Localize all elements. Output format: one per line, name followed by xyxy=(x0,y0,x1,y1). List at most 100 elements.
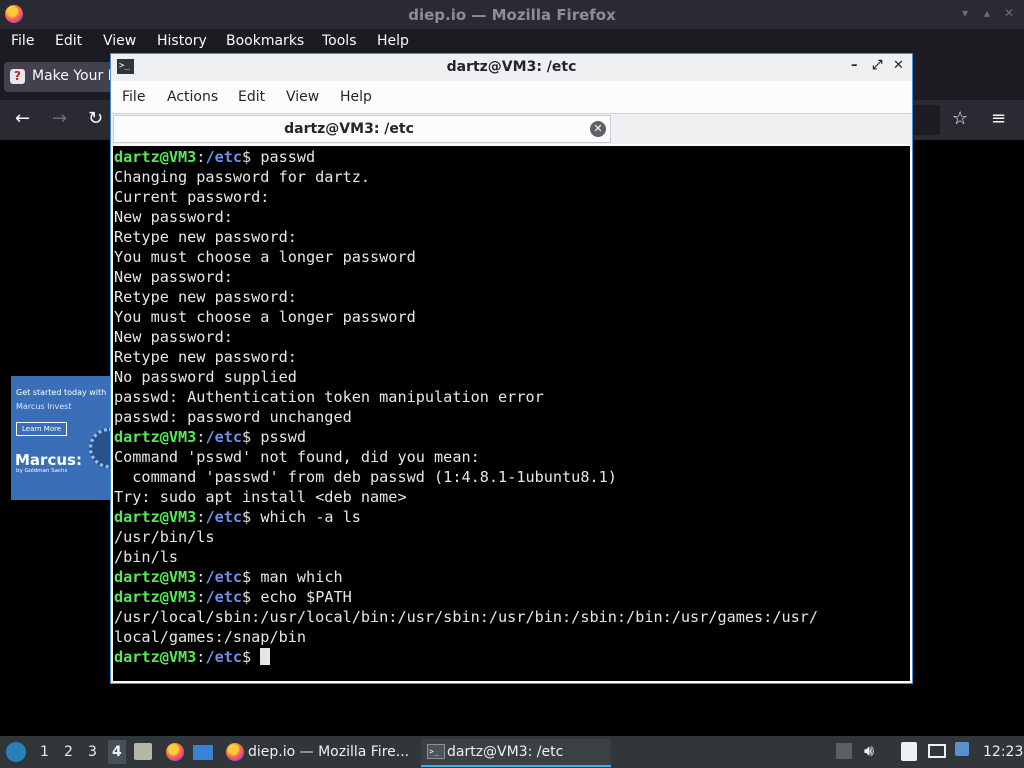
prompt-path: /etc xyxy=(205,428,243,446)
ad-learn-more-button[interactable]: Learn More xyxy=(16,422,68,436)
terminal-output-line: You must choose a longer password xyxy=(114,308,416,326)
workspace-2[interactable]: 2 xyxy=(64,744,73,760)
start-menu-icon[interactable] xyxy=(6,742,26,762)
terminal-output-line: Try: sudo apt install <deb name> xyxy=(114,488,407,506)
prompt-user: dartz@VM3 xyxy=(114,648,197,666)
workspace-4[interactable]: 4 xyxy=(108,740,126,764)
firefox-menubar: File Edit View History Bookmarks Tools H… xyxy=(0,29,1024,54)
terminal-icon: >_ xyxy=(427,744,445,759)
menu-tools[interactable]: Tools xyxy=(322,33,357,49)
workspace-1[interactable]: 1 xyxy=(40,744,49,760)
back-arrow-icon[interactable]: ← xyxy=(15,108,30,129)
terminal-window[interactable]: >_ dartz@VM3: /etc – ⤢ ✕ File Actions Ed… xyxy=(110,53,913,684)
taskbar: 1 2 3 4 diep.io — Mozilla Fire... >_ dar… xyxy=(0,736,1024,768)
term-menu-help[interactable]: Help xyxy=(340,89,372,105)
terminal-command-line: dartz@VM3:/etc$ man which xyxy=(114,568,343,586)
ad-brand-sub: by Goldman Sachs xyxy=(16,468,68,474)
terminal-output-line: passwd: Authentication token manipulatio… xyxy=(114,388,544,406)
prompt-user: dartz@VM3 xyxy=(114,428,197,446)
prompt-path: /etc xyxy=(205,648,243,666)
terminal-output-line: Retype new password: xyxy=(114,228,297,246)
prompt-user: dartz@VM3 xyxy=(114,568,197,586)
clipboard-icon[interactable] xyxy=(836,743,852,759)
terminal-command-line: dartz@VM3:/etc$ echo $PATH xyxy=(114,588,352,606)
terminal-output-line: /usr/bin/ls xyxy=(114,528,215,546)
bookmark-star-icon[interactable]: ☆ xyxy=(952,108,968,129)
term-menu-edit[interactable]: Edit xyxy=(238,89,265,105)
prompt-path: /etc xyxy=(205,508,243,526)
file-manager-icon[interactable] xyxy=(134,743,152,760)
prompt-user: dartz@VM3 xyxy=(114,148,197,166)
command-text: which -a ls xyxy=(260,508,361,526)
updates-icon[interactable] xyxy=(955,742,969,756)
menu-help[interactable]: Help xyxy=(377,33,409,49)
terminal-command-line: dartz@VM3:/etc$ which -a ls xyxy=(114,508,361,526)
command-text: echo $PATH xyxy=(260,588,352,606)
close-icon[interactable]: ✕ xyxy=(893,58,904,73)
terminal-output-line: New password: xyxy=(114,208,233,226)
prompt-user: dartz@VM3 xyxy=(114,508,197,526)
prompt-path: /etc xyxy=(205,148,243,166)
notes-icon[interactable] xyxy=(901,742,917,761)
prompt-user: dartz@VM3 xyxy=(114,588,197,606)
taskbar-window-terminal[interactable]: >_ dartz@VM3: /etc xyxy=(421,739,611,767)
text-cursor xyxy=(260,648,271,665)
terminal-output-line: passwd: password unchanged xyxy=(114,408,352,426)
command-text: man which xyxy=(260,568,343,586)
reload-icon[interactable]: ↻ xyxy=(88,108,103,129)
workspace-3[interactable]: 3 xyxy=(88,744,97,760)
terminal-titlebar[interactable]: >_ dartz@VM3: /etc – ⤢ ✕ xyxy=(111,54,912,81)
hamburger-menu-icon[interactable]: ≡ xyxy=(991,108,1006,129)
menu-history[interactable]: History xyxy=(157,33,207,49)
terminal-output-line: /bin/ls xyxy=(114,548,179,566)
marcus-ad-banner[interactable]: Get started today with Marcus Invest Lea… xyxy=(11,376,115,500)
firefox-launcher-icon[interactable] xyxy=(166,743,184,761)
ad-line1: Get started today with xyxy=(16,388,107,397)
command-text: psswd xyxy=(260,428,307,446)
terminal-output-line: Retype new password: xyxy=(114,348,297,366)
terminal-output-line: Command 'psswd' not found, did you mean: xyxy=(114,448,480,466)
firefox-titlebar: diep.io — Mozilla Firefox ▾ ▴ ✕ xyxy=(0,0,1024,29)
tab-close-icon[interactable]: ✕ xyxy=(590,121,606,137)
term-menu-actions[interactable]: Actions xyxy=(167,89,218,105)
network-icon[interactable] xyxy=(928,744,946,758)
minimize-icon[interactable]: ▾ xyxy=(962,6,968,20)
taskbar-window-label: diep.io — Mozilla Fire... xyxy=(248,744,410,760)
taskbar-window-firefox[interactable]: diep.io — Mozilla Fire... xyxy=(222,739,414,765)
menu-bookmarks[interactable]: Bookmarks xyxy=(226,33,304,49)
terminal-output-line: Retype new password: xyxy=(114,288,297,306)
terminal-tab-label: dartz@VM3: /etc xyxy=(284,121,414,137)
menu-view[interactable]: View xyxy=(103,33,136,49)
forward-arrow-icon[interactable]: → xyxy=(52,108,67,129)
command-text: passwd xyxy=(260,148,316,166)
maximize-icon[interactable]: ▴ xyxy=(984,6,990,20)
terminal-output-line: /usr/local/sbin:/usr/local/bin:/usr/sbin… xyxy=(114,608,819,626)
terminal-output-line: Changing password for dartz. xyxy=(114,168,371,186)
term-menu-file[interactable]: File xyxy=(122,89,145,105)
question-mark-icon: ? xyxy=(10,69,25,84)
terminal-output-line: local/games:/snap/bin xyxy=(114,628,307,646)
terminal-output-line: You must choose a longer password xyxy=(114,248,416,266)
ad-line2: Marcus Invest xyxy=(16,402,72,411)
terminal-command-line: dartz@VM3:/etc$ psswd xyxy=(114,428,307,446)
menu-edit[interactable]: Edit xyxy=(55,33,82,49)
terminal-window-title: dartz@VM3: /etc xyxy=(446,59,577,75)
terminal-output-line: No password supplied xyxy=(114,368,297,386)
taskbar-window-label: dartz@VM3: /etc xyxy=(447,744,564,760)
term-menu-view[interactable]: View xyxy=(286,89,319,105)
ad-brand: Marcus: xyxy=(15,451,82,469)
desktop-icon[interactable] xyxy=(193,745,213,760)
terminal-output-line: New password: xyxy=(114,268,233,286)
menu-file[interactable]: File xyxy=(11,33,34,49)
terminal-command-line: dartz@VM3:/etc$ xyxy=(114,647,910,667)
close-icon[interactable]: ✕ xyxy=(1004,6,1014,20)
minimize-icon[interactable]: – xyxy=(851,58,858,73)
restore-icon[interactable]: ⤢ xyxy=(872,58,882,73)
volume-icon[interactable]: 🔊︎ xyxy=(864,741,874,761)
terminal-output-line: command 'passwd' from deb passwd (1:4.8.… xyxy=(114,468,617,486)
clock[interactable]: 12:23 xyxy=(983,744,1023,760)
terminal-output[interactable]: dartz@VM3:/etc$ passwd Changing password … xyxy=(113,146,910,681)
terminal-tab[interactable]: dartz@VM3: /etc ✕ xyxy=(113,115,611,143)
terminal-menubar: File Actions Edit View Help xyxy=(111,81,912,113)
url-bar[interactable] xyxy=(910,105,940,135)
